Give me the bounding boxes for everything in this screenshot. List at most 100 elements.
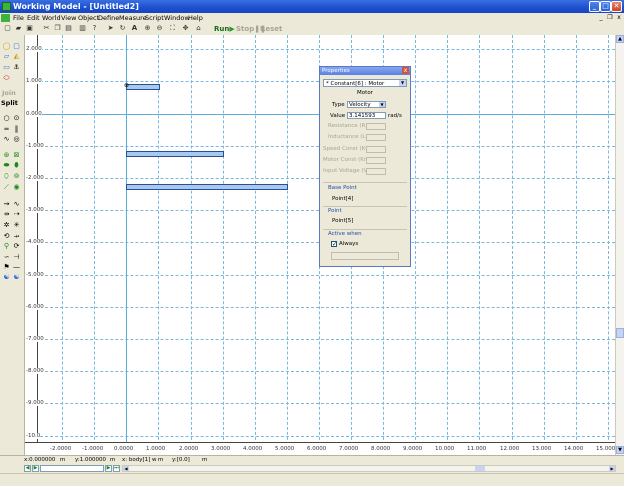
- gear-tool-icon[interactable]: ✲: [2, 221, 11, 229]
- inductance-input[interactable]: [366, 134, 386, 141]
- type-dropdown[interactable]: Velocity ▼: [347, 101, 386, 108]
- vertical-scroll-thumb[interactable]: [616, 328, 624, 338]
- pointer-icon[interactable]: ➤: [106, 24, 115, 33]
- maximize-button[interactable]: □: [600, 1, 611, 12]
- anchor-tool-icon[interactable]: ⚓: [12, 63, 21, 71]
- motor-icon[interactable]: ⊗: [124, 83, 129, 89]
- input-voltage-input[interactable]: [366, 168, 386, 175]
- help-icon[interactable]: ?: [90, 24, 99, 33]
- zoom-in-icon[interactable]: ⊕: [143, 24, 152, 33]
- text-icon[interactable]: A: [130, 24, 139, 33]
- zoom-fit-icon[interactable]: ⛶: [168, 24, 177, 33]
- menu-window[interactable]: Window: [164, 14, 190, 22]
- new-file-icon[interactable]: ▢: [3, 24, 12, 33]
- horizontal-scrollbar[interactable]: ◀ ▶: [122, 465, 616, 472]
- speed-const-input[interactable]: [366, 146, 386, 153]
- motor-tool-icon[interactable]: ⟲: [2, 232, 11, 240]
- vertical-slot-icon[interactable]: ‖: [12, 125, 21, 133]
- always-checkbox[interactable]: ✓: [331, 241, 337, 248]
- line-tool-icon[interactable]: —: [12, 263, 21, 271]
- object-selector[interactable]: * Constant[6] : Motor ▼: [323, 79, 407, 87]
- point-tool-icon[interactable]: ○: [2, 114, 11, 122]
- scroll-left-arrow-icon[interactable]: ◀: [123, 466, 129, 471]
- rigid-joint-icon[interactable]: ⊠: [12, 151, 21, 159]
- keyed-slot-icon[interactable]: ◎: [12, 135, 21, 143]
- menu-view[interactable]: View: [61, 14, 76, 22]
- minimize-button[interactable]: _: [589, 1, 600, 12]
- spring-tool-icon[interactable]: ∿: [12, 200, 21, 208]
- actuator-tool-icon[interactable]: ⤞: [12, 232, 21, 240]
- rope-tool-icon[interactable]: ⇝: [2, 200, 11, 208]
- body-3[interactable]: [126, 184, 288, 190]
- scroll-right-arrow-icon[interactable]: ▶: [609, 466, 615, 471]
- menu-world[interactable]: World: [42, 14, 61, 22]
- zoom-out-icon[interactable]: ⊖: [155, 24, 164, 33]
- value-input[interactable]: 3.141593: [347, 112, 386, 119]
- reset-button[interactable]: Reset: [260, 24, 282, 34]
- menu-object[interactable]: Object: [78, 14, 99, 22]
- save-icon[interactable]: ▣: [25, 24, 34, 33]
- tape-step-icon[interactable]: ▶: [105, 465, 112, 472]
- cut-icon[interactable]: ✂: [42, 24, 51, 33]
- force-tool-icon[interactable]: ⚲: [2, 242, 11, 250]
- slot-tool-icon[interactable]: ═: [2, 125, 11, 133]
- curved-body-tool-icon[interactable]: ◭: [12, 52, 21, 60]
- mdi-restore-button[interactable]: ❐: [606, 14, 614, 22]
- menu-file[interactable]: File: [13, 14, 24, 22]
- copy-icon[interactable]: ❐: [53, 24, 62, 33]
- curved-joint-icon[interactable]: ⬯: [2, 172, 11, 180]
- ellipse-tool-icon[interactable]: ⬭: [2, 74, 11, 82]
- tape-play-icon[interactable]: ▶: [32, 465, 39, 472]
- horizontal-scroll-thumb[interactable]: [475, 466, 485, 471]
- damper-tool-icon[interactable]: ⇸: [2, 210, 11, 218]
- link-tool-icon[interactable]: ⟋: [2, 183, 11, 191]
- scroll-down-arrow-icon[interactable]: ▼: [616, 446, 624, 454]
- keyed-joint-icon[interactable]: ⬮: [12, 161, 21, 169]
- chevron-down-icon[interactable]: ▼: [399, 80, 406, 86]
- home-icon[interactable]: ⌂: [194, 24, 203, 33]
- spring-joint-icon[interactable]: ◉: [12, 183, 21, 191]
- close-button[interactable]: ✕: [611, 1, 622, 12]
- meter-tool-icon[interactable]: ☯: [2, 273, 11, 281]
- print-icon[interactable]: ▥: [78, 24, 87, 33]
- run-button[interactable]: Run▶: [214, 24, 235, 34]
- rectangle-tool-icon[interactable]: ▭: [2, 63, 11, 71]
- paste-icon[interactable]: ▤: [64, 24, 73, 33]
- resistance-input[interactable]: [366, 123, 386, 130]
- menu-edit[interactable]: Edit: [27, 14, 40, 22]
- doc-icon[interactable]: [1, 14, 10, 22]
- separator-tool-icon[interactable]: ⊣: [12, 253, 21, 261]
- active-when-expression[interactable]: [331, 252, 399, 260]
- rotate-icon[interactable]: ↻: [118, 24, 127, 33]
- join-button[interactable]: Join: [2, 89, 16, 97]
- motor-const-input[interactable]: [366, 157, 386, 164]
- tape-start-icon[interactable]: ◀: [24, 465, 31, 472]
- menu-measure[interactable]: Measure: [119, 14, 147, 22]
- menu-script[interactable]: Script: [145, 14, 164, 22]
- flag-tool-icon[interactable]: ⚑: [2, 263, 11, 271]
- control-tool-icon[interactable]: ☯: [12, 273, 21, 281]
- split-button[interactable]: Split: [1, 99, 18, 107]
- torque-tool-icon[interactable]: ⟳: [12, 242, 21, 250]
- tape-end-icon[interactable]: ⏭: [113, 465, 120, 472]
- pan-icon[interactable]: ✥: [181, 24, 190, 33]
- properties-close-button[interactable]: x: [402, 67, 409, 74]
- type-chevron-down-icon[interactable]: ▼: [379, 102, 385, 107]
- tape-slider[interactable]: [40, 465, 104, 472]
- body-2[interactable]: [126, 151, 224, 157]
- wave-tool-icon[interactable]: ∽: [2, 253, 11, 261]
- curved-slot-icon[interactable]: ∿: [2, 135, 11, 143]
- scroll-up-arrow-icon[interactable]: ▲: [616, 35, 624, 43]
- rotational-damper-icon[interactable]: ⇢: [12, 210, 21, 218]
- gear-joint-icon[interactable]: ⊚: [12, 172, 21, 180]
- pulley-tool-icon[interactable]: ✳: [12, 221, 21, 229]
- pin-joint-icon[interactable]: ⊛: [2, 151, 11, 159]
- properties-title[interactable]: Properties: [320, 67, 410, 75]
- mdi-minimize-button[interactable]: _: [597, 14, 605, 22]
- menu-define[interactable]: Define: [98, 14, 119, 22]
- point-element-icon[interactable]: ⊙: [12, 114, 21, 122]
- menu-help[interactable]: Help: [188, 14, 203, 22]
- square-tool-icon[interactable]: ▢: [12, 42, 21, 50]
- body-1[interactable]: [126, 84, 160, 90]
- vertical-scrollbar[interactable]: ▲ ▼: [615, 35, 624, 455]
